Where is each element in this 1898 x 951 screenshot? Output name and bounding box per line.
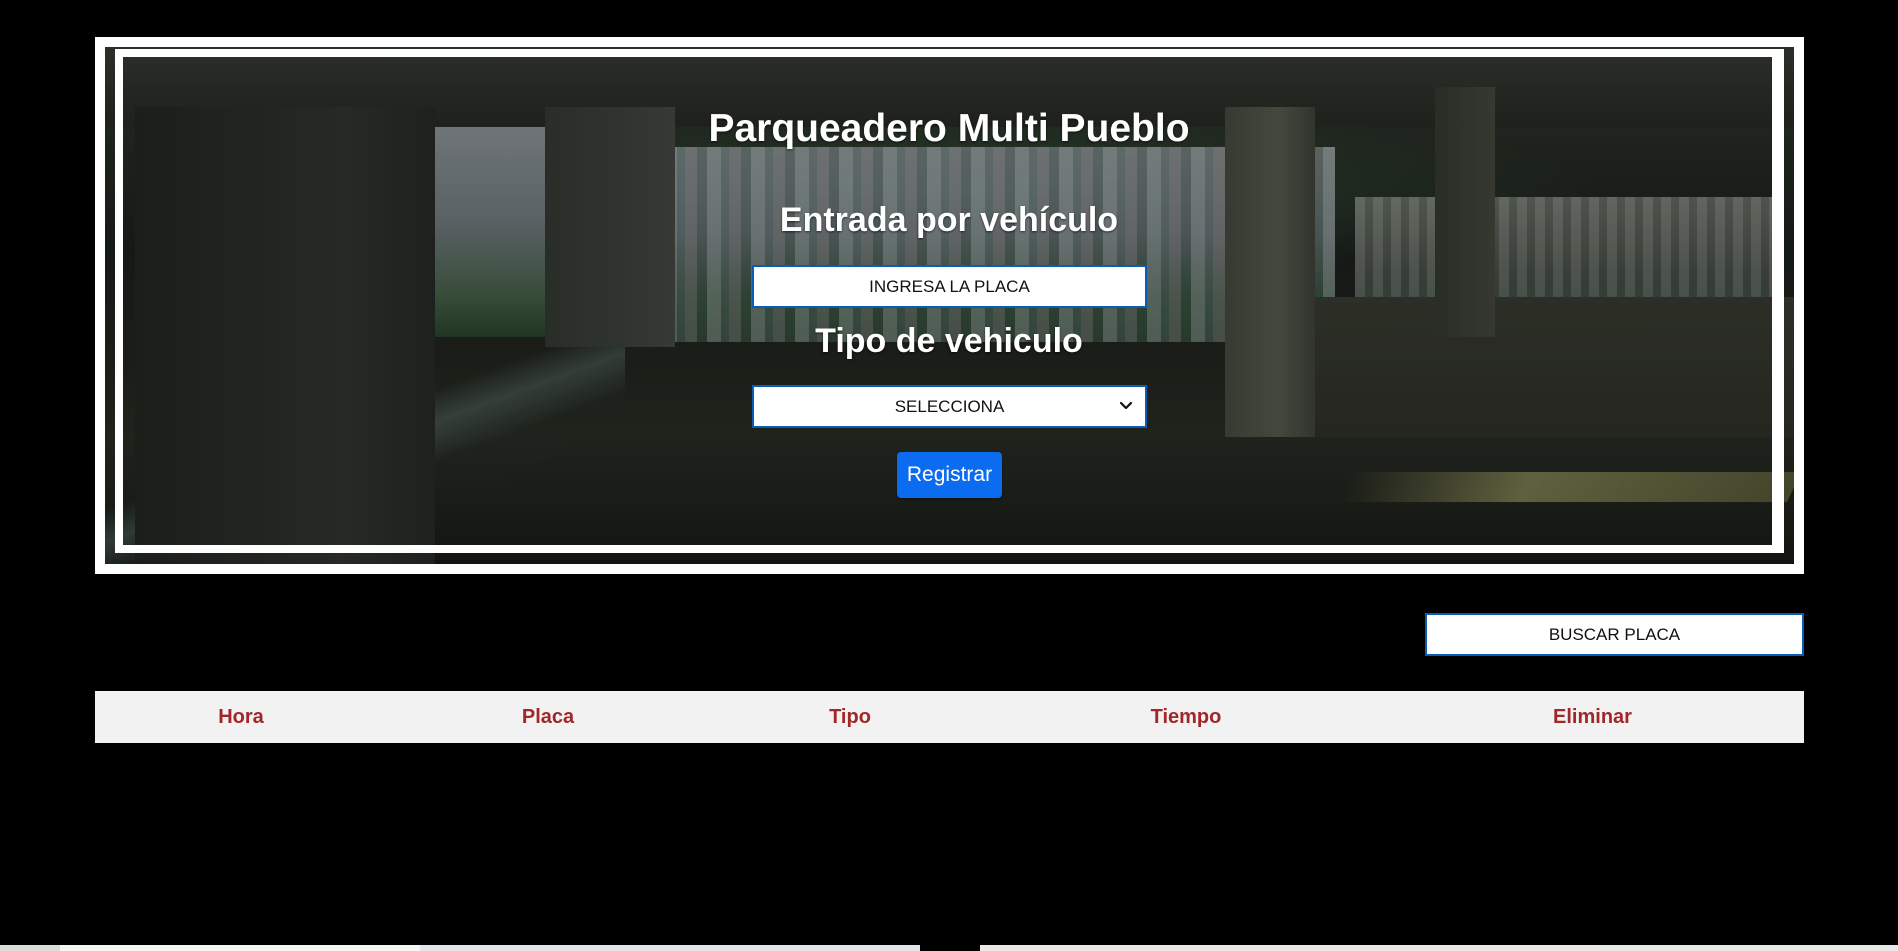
vehicles-table: Hora Placa Tipo Tiempo Eliminar xyxy=(95,691,1804,743)
column-header-eliminar: Eliminar xyxy=(1553,705,1632,728)
table-header-row: Hora Placa Tipo Tiempo Eliminar xyxy=(95,691,1804,743)
column-header-tiempo: Tiempo xyxy=(1150,705,1222,728)
search-plate-input[interactable] xyxy=(1425,613,1804,656)
column-header-placa: Placa xyxy=(521,705,575,728)
entrada-label: Entrada por vehículo xyxy=(779,201,1119,239)
vehicle-type-selected-value: SELECCIONA xyxy=(894,396,1005,416)
bottom-strip xyxy=(0,945,1898,951)
page: Parqueadero Multi Pueblo Entrada por veh… xyxy=(0,0,1898,951)
plate-input[interactable] xyxy=(752,265,1147,308)
page-title: Parqueadero Multi Pueblo xyxy=(708,107,1190,150)
vehicle-type-select[interactable]: SELECCIONA xyxy=(752,385,1147,428)
column-header-hora: Hora xyxy=(218,705,264,728)
chevron-down-icon xyxy=(1119,401,1133,410)
column-header-tipo: Tipo xyxy=(829,705,871,728)
register-button[interactable]: Registrar xyxy=(897,452,1002,498)
tipo-label: Tipo de vehiculo xyxy=(815,322,1083,360)
